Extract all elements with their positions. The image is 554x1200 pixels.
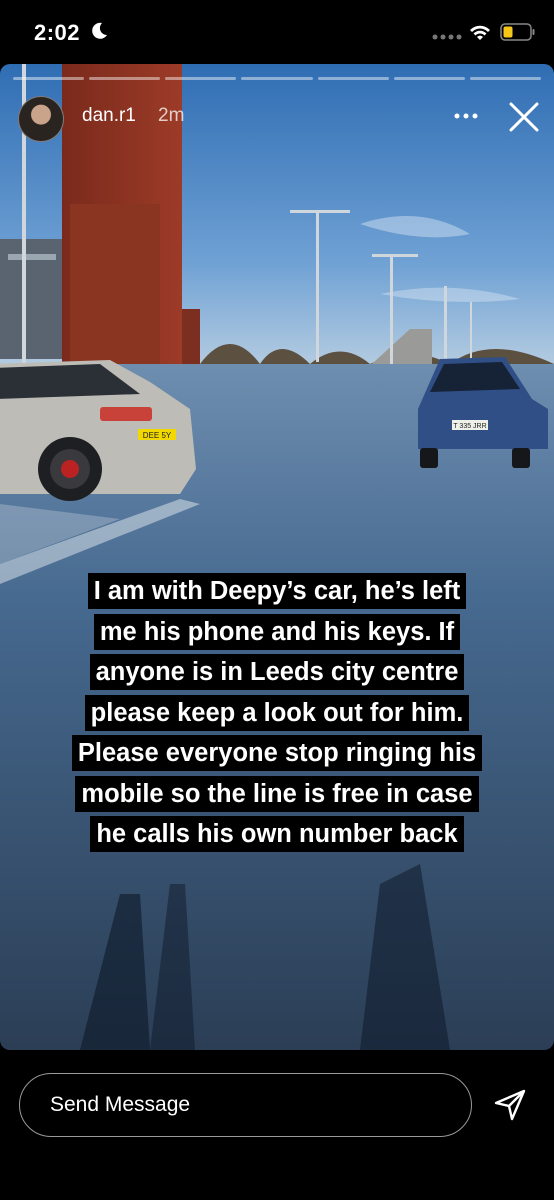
battery-icon — [500, 23, 535, 41]
caption-line: Please everyone stop ringing his — [77, 739, 477, 767]
send-message-placeholder: Send Message — [50, 1093, 191, 1116]
story-caption-text: I am with Deepy’s car, he’s left me his p… — [71, 573, 483, 852]
story-view[interactable]: DEE 5Y T 335 JRR — [0, 64, 554, 1050]
story-progress-segment — [393, 77, 465, 80]
story-caption: I am with Deepy’s car, he’s left me his p… — [36, 571, 518, 855]
send-icon[interactable] — [492, 1087, 528, 1123]
caption-line: please keep a look out for him. — [90, 698, 464, 727]
wifi-icon — [470, 25, 490, 40]
caption-line: mobile so the line is free in case — [81, 779, 473, 808]
clock-time: 2:02 — [34, 20, 81, 45]
moon-icon — [92, 22, 107, 39]
send-message-input[interactable]: Send Message — [19, 1073, 472, 1137]
story-timestamp: 2m — [158, 105, 185, 126]
story-progress-segment — [165, 77, 237, 80]
cellular-signal-icon — [432, 34, 462, 40]
front-number-plate-text: T 335 JRR — [453, 423, 486, 430]
caption-line: anyone is in Leeds city centre — [95, 658, 459, 686]
caption-line: I am with Deepy’s car, he’s left — [93, 577, 461, 605]
story-photo: DEE 5Y T 335 JRR — [0, 64, 554, 1050]
story-progress-segment — [317, 77, 389, 80]
story-username[interactable]: dan.r1 — [82, 105, 136, 127]
close-icon[interactable] — [507, 100, 541, 134]
caption-line: me his phone and his keys. If — [99, 617, 455, 646]
rear-number-plate-text: DEE 5Y — [143, 431, 172, 440]
story-progress-segment — [13, 77, 85, 80]
story-progress-segment — [469, 77, 541, 80]
caption-line: he calls his own number back — [96, 820, 458, 848]
avatar[interactable] — [18, 96, 64, 142]
story-progress-segment — [241, 77, 313, 80]
story-progress-segment — [89, 77, 161, 80]
status-bar: 2:02 — [0, 0, 554, 64]
more-options-icon[interactable] — [451, 106, 481, 126]
